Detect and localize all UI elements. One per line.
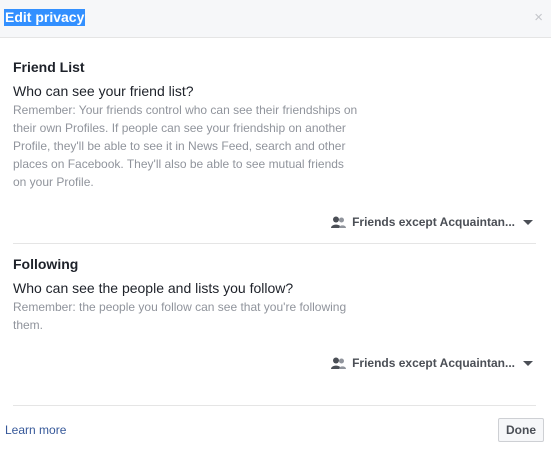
chevron-down-icon <box>523 360 533 366</box>
chevron-down-icon <box>523 219 533 225</box>
audience-label: Friends except Acquaintan... <box>352 215 515 229</box>
people-icon <box>331 216 347 228</box>
learn-more-link[interactable]: Learn more <box>5 422 66 438</box>
following-audience-selector[interactable]: Friends except Acquaintan... <box>331 354 533 372</box>
section-note: Remember: Your friends control who can s… <box>13 103 358 189</box>
section-note: Remember: the people you follow can see … <box>13 300 347 332</box>
friend-list-audience-selector[interactable]: Friends except Acquaintan... <box>331 213 533 231</box>
section-divider <box>13 243 536 244</box>
close-icon[interactable]: × <box>534 9 543 26</box>
section-heading: Following <box>13 256 79 272</box>
footer-divider <box>13 405 536 406</box>
section-question: Who can see the people and lists you fol… <box>13 280 294 296</box>
audience-label: Friends except Acquaintan... <box>352 356 515 370</box>
people-icon <box>331 357 347 369</box>
section-question: Who can see your friend list? <box>13 83 194 99</box>
done-button[interactable]: Done <box>498 418 544 442</box>
dialog-title: Edit privacy <box>4 9 86 26</box>
section-heading: Friend List <box>13 59 85 75</box>
dialog-header: Edit privacy × <box>0 0 551 38</box>
friend-list-section: Friend List Who can see your friend list… <box>13 58 533 191</box>
following-section: Following Who can see the people and lis… <box>13 255 533 334</box>
